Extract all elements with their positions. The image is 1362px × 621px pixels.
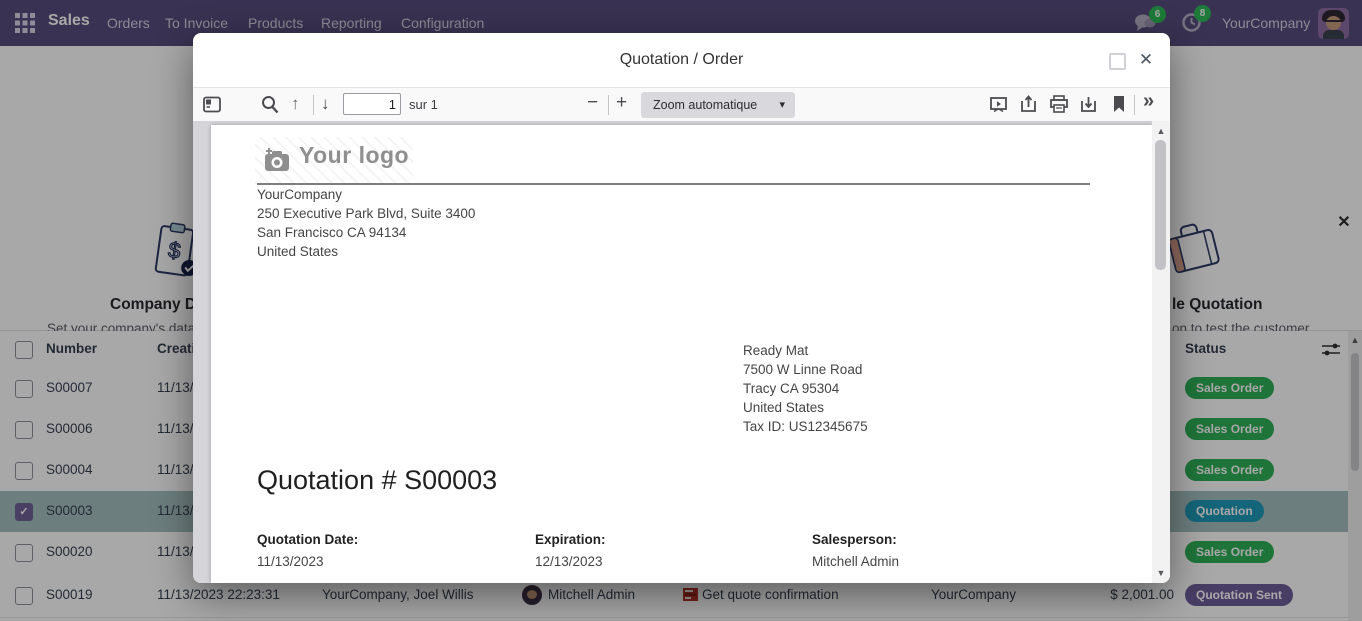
salesperson-value: Mitchell Admin bbox=[812, 554, 899, 569]
maximize-button[interactable] bbox=[1109, 53, 1126, 70]
chevron-down-icon: ▾ bbox=[779, 92, 785, 118]
customer-address-block: Ready Mat 7500 W Linne Road Tracy CA 953… bbox=[743, 341, 868, 436]
page-up-icon[interactable]: ↑ bbox=[291, 94, 300, 114]
presentation-mode-icon[interactable] bbox=[990, 96, 1007, 113]
screen: Sales Orders To Invoice Products Reporti… bbox=[0, 0, 1362, 621]
print-icon[interactable] bbox=[1050, 95, 1068, 113]
zoom-in-icon[interactable]: + bbox=[616, 92, 627, 114]
download-icon[interactable] bbox=[1080, 95, 1097, 113]
camera-icon bbox=[263, 147, 291, 173]
expiration-value: 12/13/2023 bbox=[535, 554, 603, 569]
quotation-order-modal: Quotation / Order ✕ ↑ ↓ sur 1 bbox=[193, 33, 1170, 583]
expiration-label: Expiration: bbox=[535, 532, 606, 547]
modal-close-button[interactable]: ✕ bbox=[1136, 50, 1156, 70]
pdf-scroll-up-icon[interactable]: ▲ bbox=[1154, 126, 1168, 136]
pdf-page: Your logo YourCompany 250 Executive Park… bbox=[211, 125, 1152, 583]
pdf-scroll-down-icon[interactable]: ▼ bbox=[1154, 568, 1168, 578]
quotation-date-value: 11/13/2023 bbox=[257, 554, 324, 569]
more-tools-icon[interactable]: » bbox=[1143, 90, 1154, 113]
pdf-scrollbar-thumb[interactable] bbox=[1155, 140, 1166, 270]
page-count-label: sur 1 bbox=[409, 97, 438, 112]
open-file-icon[interactable] bbox=[1020, 95, 1037, 113]
sidebar-toggle-icon[interactable] bbox=[203, 96, 221, 113]
quotation-title: Quotation # S00003 bbox=[257, 465, 497, 496]
search-icon[interactable] bbox=[261, 95, 279, 114]
toolbar-divider bbox=[313, 95, 314, 115]
toolbar-divider bbox=[1134, 95, 1135, 115]
modal-title: Quotation / Order bbox=[193, 33, 1170, 87]
page-down-icon[interactable]: ↓ bbox=[321, 94, 330, 114]
bookmark-icon[interactable] bbox=[1112, 95, 1126, 113]
zoom-mode-select[interactable]: Zoom automatique ▾ bbox=[641, 92, 795, 118]
pdf-viewer: Your logo YourCompany 250 Executive Park… bbox=[193, 121, 1170, 583]
company-address-block: YourCompany 250 Executive Park Blvd, Sui… bbox=[257, 185, 475, 261]
zoom-mode-value: Zoom automatique bbox=[653, 98, 757, 112]
quotation-date-label: Quotation Date: bbox=[257, 532, 358, 547]
logo-text: Your logo bbox=[299, 142, 409, 169]
salesperson-label: Salesperson: bbox=[812, 532, 897, 547]
pdf-toolbar: ↑ ↓ sur 1 − + Zoom automatique ▾ bbox=[193, 87, 1170, 123]
zoom-out-icon[interactable]: − bbox=[587, 92, 598, 114]
toolbar-divider bbox=[608, 95, 609, 115]
page-number-input[interactable] bbox=[343, 93, 401, 115]
pdf-scrollbar[interactable]: ▲ ▼ bbox=[1152, 121, 1170, 583]
